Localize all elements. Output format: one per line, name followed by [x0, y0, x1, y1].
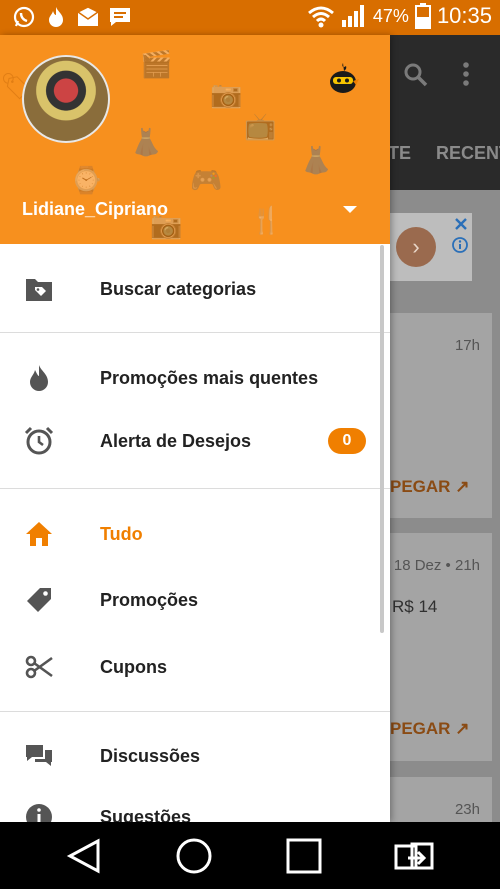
menu-item-label: Tudo — [100, 523, 143, 544]
menu-item-label: Promoções mais quentes — [100, 367, 319, 388]
deal-time: 23h — [454, 801, 480, 818]
menu-item-sugestoes[interactable]: Sugestões — [0, 787, 390, 822]
divider — [0, 332, 390, 333]
dress-pattern-icon: 👗 — [300, 145, 333, 175]
tab-recent[interactable]: RECENT — [436, 143, 500, 164]
menu-item-promocoes[interactable]: Promoções — [0, 570, 390, 630]
system-nav-bar — [0, 822, 500, 889]
menu-item-label: Discussões — [100, 745, 201, 766]
tab-partial[interactable]: TE — [388, 143, 411, 164]
get-deal-button[interactable]: PEGAR ↗ — [390, 477, 469, 497]
mail-icon — [76, 5, 100, 29]
dress-pattern-icon: 👗 — [130, 127, 163, 157]
notification-icons — [12, 5, 132, 29]
ad-close-icon[interactable] — [454, 217, 468, 231]
back-icon[interactable] — [64, 836, 104, 876]
deal-time: 17h — [454, 337, 480, 354]
overflow-menu-icon[interactable] — [458, 61, 474, 94]
deal-price: R$ 14 — [392, 597, 438, 616]
wish-alert-count-badge: 0 — [328, 428, 366, 454]
menu-item-label: Sugestões — [100, 806, 192, 823]
flame-icon — [24, 363, 54, 393]
ad-banner[interactable]: › — [388, 213, 472, 281]
menu-item-label: Cupons — [100, 656, 167, 677]
camera-pattern-icon: 📷 — [210, 79, 243, 109]
clock: 10:35 — [436, 3, 492, 28]
divider — [0, 488, 390, 489]
mascot-logo-icon[interactable] — [326, 61, 360, 95]
navigation-drawer: 🎬 📷 📺 👗 👗 🎮 ⌚ 🍴 📷 🏷 Lidiane_Cipriano Bus… — [0, 35, 390, 822]
menu-item-alerta-de-desejos[interactable]: Alerta de Desejos 0 — [0, 411, 390, 471]
drawer-header: 🎬 📷 📺 👗 👗 🎮 ⌚ 🍴 📷 🏷 Lidiane_Cipriano — [0, 35, 390, 244]
home-icon — [24, 519, 54, 549]
deal-time: 18 Dez • 21h — [393, 557, 480, 574]
menu-item-cupons[interactable]: Cupons — [0, 637, 390, 697]
home-button-icon[interactable] — [174, 836, 214, 876]
username[interactable]: Lidiane_Cipriano — [22, 199, 168, 220]
recents-icon[interactable] — [284, 836, 324, 876]
status-bar: 47% 10:35 — [0, 0, 500, 35]
ad-info-icon[interactable] — [452, 237, 468, 253]
chat-bubbles-icon — [24, 741, 54, 771]
menu-item-label: Promoções — [100, 589, 199, 610]
caret-down-icon[interactable] — [338, 197, 362, 221]
menu-item-buscar-categorias[interactable]: Buscar categorias — [0, 259, 390, 319]
tag-icon — [24, 585, 54, 615]
menu-item-label: Alerta de Desejos — [100, 430, 252, 451]
battery-icon — [414, 3, 431, 29]
clapperboard-pattern-icon: 🎬 — [140, 49, 173, 79]
menu-item-label: Buscar categorias — [100, 278, 257, 299]
search-icon[interactable] — [402, 61, 428, 94]
watch-pattern-icon: ⌚ — [70, 165, 103, 195]
tv-pattern-icon: 📺 — [244, 111, 277, 141]
gamepad-pattern-icon: 🎮 — [190, 165, 223, 195]
avatar[interactable] — [22, 55, 110, 143]
message-icon — [108, 5, 132, 29]
divider — [0, 711, 390, 712]
folder-tag-icon — [24, 274, 54, 304]
menu-item-tudo[interactable]: Tudo — [0, 504, 390, 564]
menu-item-discussoes[interactable]: Discussões — [0, 726, 390, 786]
fire-icon — [44, 5, 68, 29]
wifi-icon — [307, 6, 334, 28]
menu-item-promocoes-mais-quentes[interactable]: Promoções mais quentes — [0, 348, 390, 408]
deal-card[interactable]: 23h — [388, 777, 492, 822]
dual-window-icon[interactable] — [394, 836, 434, 876]
info-icon — [24, 802, 54, 822]
deal-card[interactable]: 18 Dez • 21h R$ 14 PEGAR ↗ — [388, 533, 492, 761]
signal-icon — [341, 5, 364, 27]
system-status: 47% 10:35 — [307, 3, 492, 29]
get-deal-button[interactable]: PEGAR ↗ — [390, 719, 469, 739]
chevron-right-icon[interactable]: › — [396, 227, 436, 267]
cutlery-pattern-icon: 🍴 — [250, 205, 283, 235]
drawer-scrollbar[interactable] — [380, 245, 384, 633]
scissors-icon — [24, 652, 54, 682]
alarm-clock-icon — [24, 426, 54, 456]
whatsapp-icon — [12, 5, 36, 29]
battery-percent: 47% — [372, 5, 409, 26]
deal-card[interactable]: 17h PEGAR ↗ — [388, 313, 492, 518]
